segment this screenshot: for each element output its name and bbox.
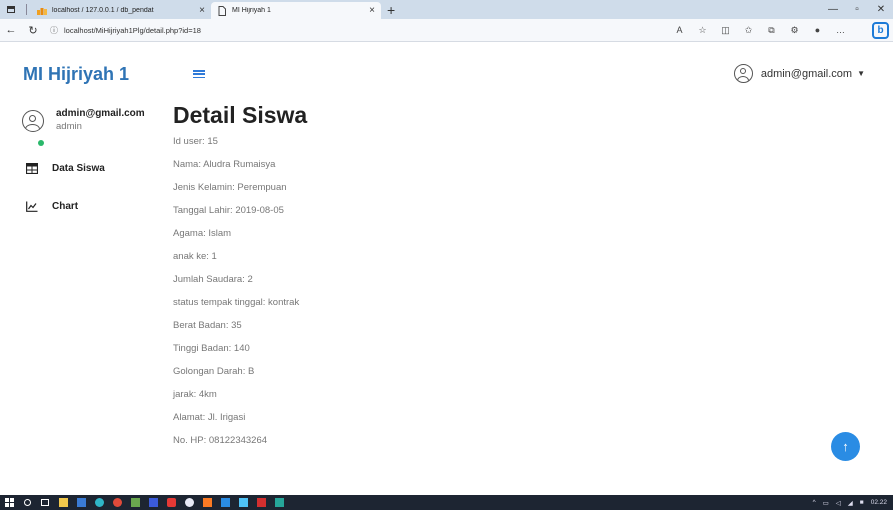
brand-title[interactable]: MI Hijriyah 1 (23, 64, 129, 85)
page-title: Detail Siswa (173, 102, 308, 128)
arrow-up-icon: ↑ (842, 439, 849, 454)
detail-fields: Id user: 15 Nama: Aludra Rumaisya Jenis … (173, 136, 873, 458)
network-icon[interactable]: ▭ (823, 499, 829, 507)
chrome-icon[interactable] (108, 495, 126, 510)
sidebar-user-role: admin (56, 121, 82, 132)
phpmyadmin-favicon-icon (37, 6, 47, 16)
detail-field: Tanggal Lahir: 2019-08-05 (173, 205, 284, 216)
new-tab-icon[interactable]: + (387, 2, 395, 18)
xampp-icon[interactable] (198, 495, 216, 510)
user-email: admin@gmail.com (760, 67, 853, 80)
file-explorer-icon[interactable] (54, 495, 72, 510)
os-taskbar: ^ ▭ ◁ ◢ ■ 02.22 (0, 495, 893, 510)
user-avatar-icon (733, 64, 753, 83)
online-status-icon (38, 140, 44, 146)
avatar-icon (22, 110, 44, 132)
wifi-icon[interactable]: ◢ (848, 499, 853, 507)
detail-field: anak ke: 1 (173, 251, 217, 262)
more-options-icon[interactable]: … (829, 25, 852, 35)
sidebar-item-data-siswa[interactable]: Data Siswa (26, 163, 105, 174)
task-view-icon[interactable] (36, 495, 54, 510)
site-info-icon[interactable]: ⓘ (50, 25, 64, 36)
sidebar: admin@gmail.com admin Data Siswa Chart (0, 102, 165, 495)
address-bar-row: ← ↻ ⓘ localhost/MiHijriyah1Plg/detail.ph… (0, 19, 893, 42)
back-arrow-icon[interactable]: ← (0, 24, 22, 36)
collections-icon[interactable]: ⧉ (760, 25, 783, 36)
split-screen-icon[interactable]: ◫ (714, 25, 737, 36)
pdf-icon[interactable] (252, 495, 270, 510)
volume-icon[interactable]: ◁ (836, 499, 841, 507)
minimize-icon[interactable]: — (821, 4, 845, 15)
store-icon[interactable] (72, 495, 90, 510)
app-icon[interactable] (144, 495, 162, 510)
url-text: localhost/MiHijriyah1Plg/detail.php?id=1… (64, 25, 201, 35)
browser-toolbar: A ☆ ◫ ✩ ⧉ ⚙ ● … (668, 25, 852, 36)
sidebar-item-chart[interactable]: Chart (26, 201, 78, 212)
detail-field: Golongan Darah: B (173, 366, 255, 377)
restore-icon[interactable]: ▫ (845, 4, 869, 15)
user-dropdown[interactable]: admin@gmail.com ▼ (733, 64, 865, 83)
read-aloud-icon[interactable]: A (668, 25, 691, 35)
profile-icon[interactable]: ● (806, 25, 829, 35)
tab-mi-hijriyah[interactable]: MI Hijriyah 1 × (211, 2, 381, 19)
close-window-icon[interactable]: ✕ (869, 4, 893, 15)
detail-field: Tinggi Badan: 140 (173, 343, 250, 354)
refresh-icon[interactable]: ↻ (22, 24, 44, 37)
windows-start-icon[interactable] (0, 495, 18, 510)
system-tray: ^ ▭ ◁ ◢ ■ 02.22 (806, 495, 887, 510)
detail-field: Jenis Kelamin: Perempuan (173, 182, 287, 193)
chart-icon (26, 201, 38, 212)
notification-icon[interactable]: ■ (860, 499, 864, 506)
detail-field: Jumlah Saudara: 2 (173, 274, 253, 285)
favorite-star-icon[interactable]: ☆ (691, 25, 714, 36)
tab-title: MI Hijriyah 1 (232, 7, 271, 14)
detail-content: Detail Siswa Id user: 15 Nama: Aludra Ru… (173, 102, 873, 458)
youtube-icon[interactable] (162, 495, 180, 510)
detail-field: Agama: Islam (173, 228, 232, 239)
clock[interactable]: 02.22 (871, 499, 887, 506)
detail-field: Alamat: Jl. Irigasi (173, 412, 246, 423)
detail-field: status tempak tinggal: kontrak (173, 297, 300, 308)
extensions-icon[interactable]: ⚙ (783, 25, 806, 36)
sidebar-item-label: Data Siswa (52, 163, 105, 174)
tab-actions-icon[interactable] (0, 0, 22, 19)
chevron-down-icon: ▼ (857, 69, 865, 78)
search-icon[interactable] (18, 495, 36, 510)
detail-field: Nama: Aludra Rumaisya (173, 159, 276, 170)
detail-field: Id user: 15 (173, 136, 218, 147)
favorites-icon[interactable]: ✩ (737, 25, 760, 36)
copilot-b-icon[interactable]: b (872, 22, 889, 39)
close-tab-icon[interactable]: × (369, 5, 375, 16)
sidebar-user-panel: admin@gmail.com admin (22, 106, 145, 132)
app-icon[interactable] (234, 495, 252, 510)
close-tab-icon[interactable]: × (199, 5, 205, 16)
edge-icon[interactable] (90, 495, 108, 510)
vscode-icon[interactable] (216, 495, 234, 510)
tab-separator (26, 4, 27, 15)
table-icon (26, 163, 38, 174)
browser-tab-strip: localhost / 127.0.0.1 / db_pendat × MI H… (0, 0, 893, 19)
page-favicon-icon (217, 5, 227, 16)
sidebar-item-label: Chart (52, 201, 79, 212)
tab-phpmyadmin[interactable]: localhost / 127.0.0.1 / db_pendat × (31, 2, 211, 19)
url-field[interactable]: ⓘ localhost/MiHijriyah1Plg/detail.php?id… (50, 22, 660, 39)
tab-title: localhost / 127.0.0.1 / db_pendat (52, 7, 154, 14)
detail-field: No. HP: 08122343264 (173, 435, 268, 446)
app-icon[interactable] (180, 495, 198, 510)
sidebar-user-email: admin@gmail.com (56, 108, 145, 119)
hamburger-menu-icon[interactable] (193, 68, 205, 80)
app-header: MI Hijriyah 1 admin@gmail.com ▼ (0, 43, 893, 102)
detail-field: jarak: 4km (173, 389, 217, 400)
minecraft-icon[interactable] (126, 495, 144, 510)
window-controls: — ▫ ✕ (821, 0, 893, 19)
detail-field: Berat Badan: 35 (173, 320, 242, 331)
app-icon[interactable] (270, 495, 288, 510)
back-to-top-button[interactable]: ↑ (831, 432, 860, 461)
chevron-up-icon[interactable]: ^ (813, 499, 816, 506)
